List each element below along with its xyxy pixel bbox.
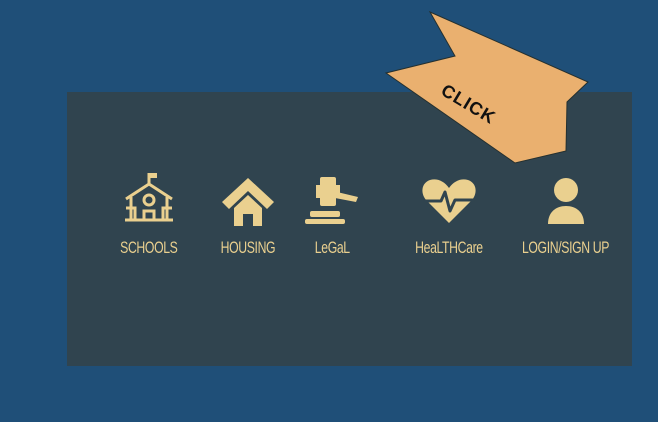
nav-item-schools[interactable]: SCHOOLS [109, 170, 189, 258]
house-icon [221, 178, 274, 226]
nav-label-schools: SCHOOLS [120, 238, 178, 257]
heartbeat-icon [422, 179, 476, 223]
nav-label-login: LOGIN/SIGN UP [521, 238, 610, 257]
nav-label-healthcare: HeaLTHCare [415, 238, 483, 257]
nav-item-login[interactable]: LOGIN/SIGN UP [505, 170, 626, 258]
nav-item-legal[interactable]: LeGaL [300, 170, 364, 258]
user-icon [547, 178, 584, 224]
nav-item-housing[interactable]: HOUSING [210, 170, 286, 258]
school-icon [124, 173, 173, 222]
nav-item-healthcare[interactable]: HeaLTHCare [402, 170, 496, 258]
nav-label-housing: HOUSING [220, 238, 276, 257]
nav-label-legal: LeGaL [314, 238, 350, 257]
gavel-icon [305, 177, 358, 224]
nav-panel: SCHOOLS HOUSING LeGaL HeaLTHCare LOGIN/S… [67, 92, 632, 366]
